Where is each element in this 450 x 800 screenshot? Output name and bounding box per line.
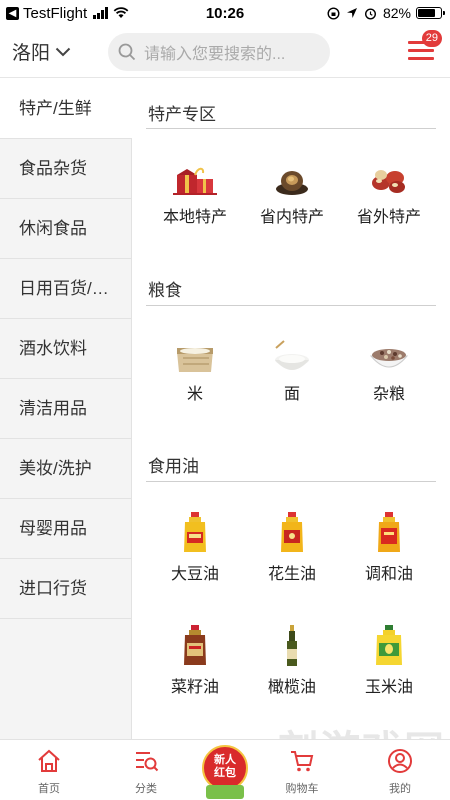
grid-item-label: 花生油: [267, 566, 316, 583]
category-content: 特产专区 本地特产 省内特产 省外特产 粮食 米 面 杂粮 食用油 大豆油 花生…: [132, 79, 450, 739]
grid-item-label: 橄榄油: [267, 679, 316, 696]
chevron-down-icon: [55, 47, 71, 56]
grid-item-olive-oil[interactable]: 橄榄油: [242, 625, 342, 697]
tab-home[interactable]: 首页: [4, 740, 94, 800]
tab-cart[interactable]: 购物车: [257, 740, 347, 800]
grid-item-blend-oil[interactable]: 调和油: [339, 512, 439, 584]
user-icon: [388, 749, 412, 773]
corn-oil-icon: [376, 625, 402, 665]
sidebar-item-imported[interactable]: 进口行货: [0, 559, 131, 619]
grain-bowl-icon: [369, 349, 409, 368]
red-packet-base: [206, 785, 244, 799]
red-packet-label-line: 红包: [214, 767, 236, 779]
home-icon: [38, 749, 60, 772]
red-dates-icon: [372, 170, 405, 193]
wifi-icon: [113, 7, 129, 18]
olive-oil-icon: [287, 625, 297, 666]
sidebar-item-daily-goods[interactable]: 日用百货/家居: [0, 259, 131, 319]
grid-item-label: 菜籽油: [170, 679, 219, 696]
hamburger-line: [408, 57, 434, 60]
search-placeholder: 请输入您要搜索的...: [144, 45, 286, 63]
grid-item-soybean-oil[interactable]: 大豆油: [145, 512, 245, 584]
city-selector[interactable]: 洛阳: [0, 38, 108, 65]
grid-item-label: 杂粮: [372, 386, 405, 403]
sidebar-item-beauty[interactable]: 美妆/洗护: [0, 439, 131, 499]
oil-bottle-icon: [378, 512, 400, 552]
notification-badge: 29: [421, 30, 442, 47]
grid-item-label: 玉米油: [364, 679, 413, 696]
grid-item-label: 大豆油: [170, 566, 219, 583]
grid-item-label: 本地特产: [162, 209, 227, 226]
grid-item-local-specialty[interactable]: 本地特产: [145, 163, 245, 227]
sidebar-item-baby[interactable]: 母婴用品: [0, 499, 131, 559]
section-divider: [146, 128, 436, 129]
status-left: ◀ TestFlight: [0, 5, 170, 22]
back-arrow-icon[interactable]: ◀: [6, 6, 19, 20]
grid-item-flour[interactable]: 面: [242, 340, 342, 404]
cellular-signal-icon: [93, 7, 109, 19]
oil-bottle-icon: [184, 512, 206, 552]
grid-item-label: 米: [186, 386, 203, 403]
sidebar-item-cleaning[interactable]: 清洁用品: [0, 379, 131, 439]
battery-percent: 82%: [382, 5, 411, 21]
grid-item-outside-specialty[interactable]: 省外特产: [339, 163, 439, 227]
section-title: 特产专区: [148, 105, 216, 124]
section-divider: [146, 305, 436, 306]
battery-fill: [418, 9, 436, 17]
status-right: 82%: [280, 5, 450, 21]
rice-icon: [177, 348, 213, 372]
preserved-egg-icon: [276, 171, 308, 195]
search-icon: [118, 43, 136, 60]
status-bar: ◀ TestFlight 10:26 82%: [0, 0, 450, 26]
cart-icon: [291, 751, 314, 772]
new-user-red-packet-button[interactable]: 新人 红包: [202, 745, 248, 800]
grid-item-corn-oil[interactable]: 玉米油: [339, 625, 439, 697]
sidebar-item-snacks[interactable]: 休闲食品: [0, 199, 131, 259]
grid-item-label: 调和油: [364, 566, 413, 583]
grid-item-rapeseed-oil[interactable]: 菜籽油: [145, 625, 245, 697]
tab-label: 我的: [389, 783, 411, 795]
orientation-lock-icon: [327, 6, 340, 20]
red-packet-label-line: 新人: [214, 754, 236, 766]
category-icon: [136, 752, 159, 772]
oil-bottle-icon: [184, 625, 206, 665]
sidebar-item-specialty[interactable]: 特产/生鲜: [0, 79, 132, 139]
tab-label: 分类: [135, 783, 157, 795]
section-divider: [146, 481, 436, 482]
carrier-label: TestFlight: [23, 4, 88, 22]
gift-box-icon: [173, 167, 217, 195]
grid-item-label: 省外特产: [356, 209, 421, 226]
flour-bowl-icon: [275, 340, 309, 370]
grid-item-province-specialty[interactable]: 省内特产: [242, 163, 342, 227]
tab-label: 购物车: [285, 783, 319, 795]
oil-bottle-icon: [281, 512, 303, 552]
tab-profile[interactable]: 我的: [355, 740, 445, 800]
location-icon: [346, 8, 357, 18]
tab-label: 首页: [38, 783, 60, 795]
red-packet-label: 新人 红包: [202, 754, 248, 780]
grid-item-grains[interactable]: 杂粮: [339, 340, 439, 404]
section-title: 粮食: [148, 281, 182, 300]
menu-button[interactable]: 29: [408, 30, 442, 62]
hamburger-line: [408, 49, 434, 52]
sidebar-item-drinks[interactable]: 酒水饮料: [0, 319, 131, 379]
section-title: 食用油: [148, 457, 199, 476]
search-input[interactable]: 请输入您要搜索的...: [108, 32, 330, 71]
category-sidebar: 特产/生鲜 食品杂货 休闲食品 日用百货/家居 酒水饮料 清洁用品 美妆/洗护 …: [0, 79, 132, 739]
grid-item-peanut-oil[interactable]: 花生油: [242, 512, 342, 584]
tab-category[interactable]: 分类: [101, 740, 191, 800]
alarm-icon: [364, 7, 376, 20]
grid-item-rice[interactable]: 米: [145, 340, 245, 404]
clock: 10:26: [205, 4, 245, 22]
grid-item-label: 省内特产: [259, 209, 324, 226]
battery-icon: [416, 7, 445, 19]
header: 洛阳 请输入您要搜索的... 29: [0, 26, 450, 78]
sidebar-item-groceries[interactable]: 食品杂货: [0, 139, 131, 199]
city-label: 洛阳: [12, 43, 51, 64]
grid-item-label: 面: [283, 386, 300, 403]
